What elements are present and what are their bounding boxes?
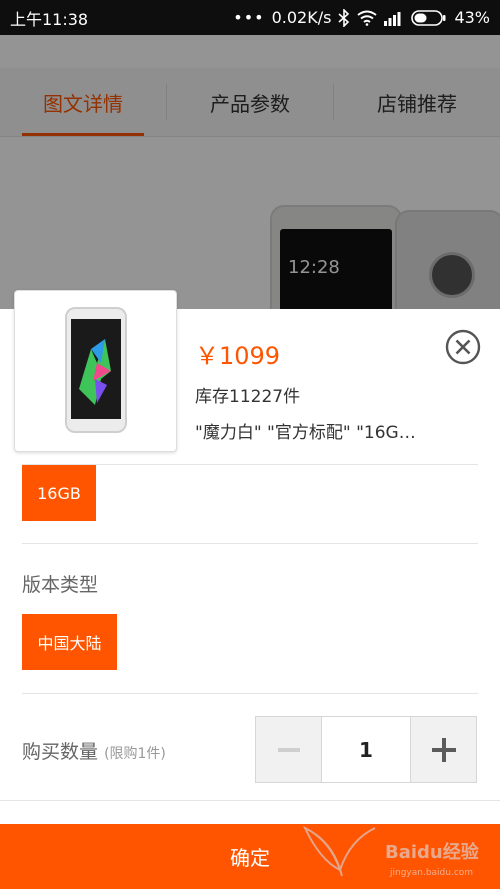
- plus-icon: [431, 737, 456, 762]
- status-bar: 上午11:38 ••• 0.02K/s 43%: [0, 0, 500, 35]
- phone-screen: [71, 319, 121, 419]
- product-price: ￥1099: [195, 342, 281, 370]
- bluetooth-icon: [338, 8, 350, 27]
- quantity-limit-note: (限购1件): [104, 746, 166, 762]
- battery-icon: [411, 9, 446, 26]
- signal-icon: [384, 11, 401, 26]
- stock-count: 库存11227件: [195, 387, 301, 407]
- quantity-stepper: 1: [255, 716, 477, 783]
- version-type-title: 版本类型: [22, 574, 99, 596]
- status-indicators: ••• 0.02K/s 43%: [233, 8, 490, 27]
- divider: [22, 543, 478, 544]
- confirm-button[interactable]: 确定: [0, 824, 500, 889]
- close-circle-icon[interactable]: [445, 329, 481, 365]
- net-speed: 0.02K/s: [271, 8, 332, 27]
- quantity-value[interactable]: 1: [322, 717, 410, 782]
- divider: [22, 693, 478, 694]
- version-option-china[interactable]: 中国大陆: [22, 614, 117, 670]
- divider: [0, 800, 500, 801]
- quantity-label-text: 购买数量: [22, 741, 99, 763]
- battery-level: 43%: [454, 8, 490, 27]
- status-time: 上午11:38: [10, 9, 89, 29]
- increment-button[interactable]: [410, 717, 476, 782]
- decrement-button[interactable]: [256, 717, 322, 782]
- product-thumbnail: [14, 290, 177, 452]
- minus-icon: [277, 747, 300, 752]
- phone-image: [65, 307, 127, 433]
- selected-spec-summary: "魔力白" "官方标配" "16G…: [195, 423, 416, 443]
- confirm-label: 确定: [230, 846, 270, 870]
- wallpaper-graphic: [79, 339, 111, 405]
- quantity-label: 购买数量 (限购1件): [22, 737, 166, 764]
- storage-option-16gb[interactable]: 16GB: [22, 465, 96, 521]
- wifi-icon: [357, 10, 378, 26]
- more-dots-icon: •••: [233, 8, 265, 27]
